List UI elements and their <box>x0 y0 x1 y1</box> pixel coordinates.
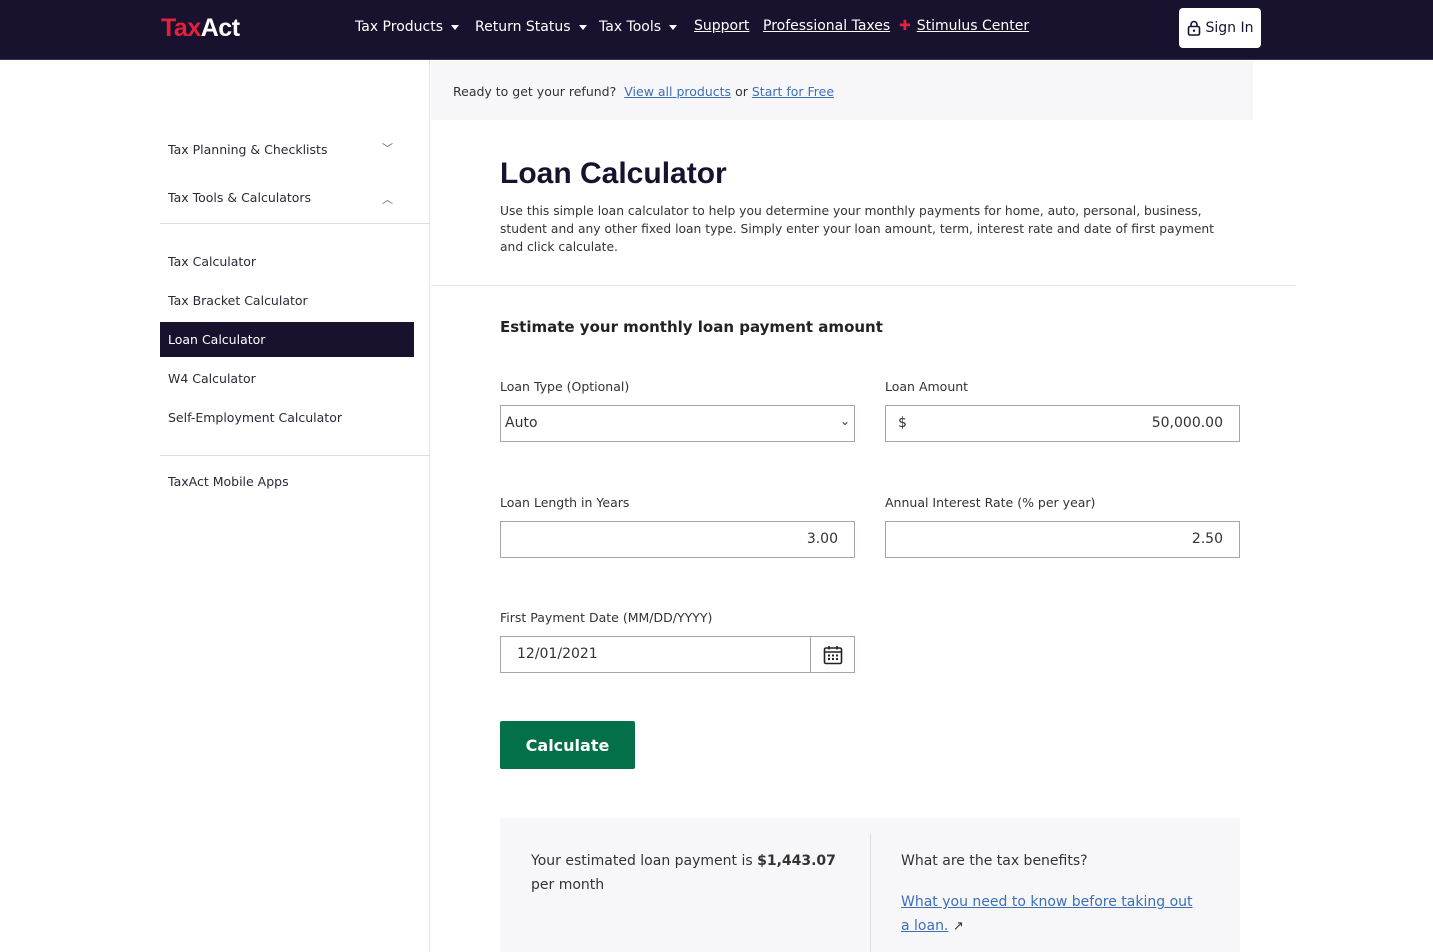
chevron-down-icon: ⌄ <box>839 414 850 428</box>
sidebar-item-self-employment-calculator[interactable]: Self-Employment Calculator <box>168 410 342 425</box>
nav-tax-tools[interactable]: Tax Tools <box>599 19 678 35</box>
sidebar: Tax Planning & Checklists ﹀ Tax Tools & … <box>160 60 430 952</box>
result-text: Your estimated loan payment is $1,443.07… <box>531 853 836 893</box>
chevron-down-icon[interactable]: ﹀ <box>382 140 393 156</box>
sidebar-item-tax-bracket-calculator[interactable]: Tax Bracket Calculator <box>168 293 308 308</box>
interest-rate-input[interactable]: 2.50 <box>885 521 1240 558</box>
payment-amount: $1,443.07 <box>757 853 836 869</box>
loan-amount-input[interactable]: $50,000.00 <box>885 405 1240 442</box>
taxact-logo[interactable]: TaxAct <box>161 14 240 43</box>
page-description: Use this simple loan calculator to help … <box>500 204 1215 254</box>
refund-banner: Ready to get your refund? View all produ… <box>431 61 1253 120</box>
loan-length-input[interactable]: 3.00 <box>500 521 855 558</box>
loan-type-label: Loan Type (Optional) <box>500 379 630 394</box>
top-nav: TaxAct Tax Products Return Status Tax To… <box>0 0 1433 60</box>
calculate-button[interactable]: Calculate <box>500 721 635 769</box>
form-heading: Estimate your monthly loan payment amoun… <box>500 318 883 336</box>
sidebar-item-tax-calculator[interactable]: Tax Calculator <box>168 254 256 269</box>
lock-icon <box>1187 20 1200 36</box>
calendar-icon <box>823 645 842 664</box>
sidebar-item-mobile-apps[interactable]: TaxAct Mobile Apps <box>168 474 289 489</box>
sidebar-item-loan-calculator[interactable]: Loan Calculator <box>160 322 414 357</box>
nav-stimulus-center[interactable]: ✚ Stimulus Center <box>899 18 1029 34</box>
divider <box>870 834 871 952</box>
external-link-icon: ↗ <box>952 919 964 934</box>
loan-type-select[interactable]: Auto ⌄ <box>500 405 855 442</box>
divider <box>160 223 430 224</box>
page-title: Loan Calculator <box>500 157 727 190</box>
date-picker-button[interactable] <box>810 636 855 673</box>
first-payment-input[interactable]: 12/01/2021 <box>500 636 811 673</box>
tax-benefits-question: What are the tax benefits? <box>901 853 1088 869</box>
red-cross-icon: ✚ <box>899 18 911 34</box>
caret-down-icon <box>669 24 678 30</box>
first-payment-label: First Payment Date (MM/DD/YYYY) <box>500 610 713 625</box>
before-loan-link[interactable]: What you need to know before taking out … <box>901 894 1193 934</box>
sidebar-section-tax-tools[interactable]: Tax Tools & Calculators <box>168 190 311 205</box>
result-panel: Your estimated loan payment is $1,443.07… <box>500 818 1240 952</box>
sign-in-button[interactable]: Sign In <box>1179 8 1261 48</box>
caret-down-icon <box>578 24 587 30</box>
loan-length-label: Loan Length in Years <box>500 495 630 510</box>
view-all-products-link[interactable]: View all products <box>624 84 731 99</box>
divider <box>431 285 1296 286</box>
nav-return-status[interactable]: Return Status <box>475 19 587 35</box>
caret-down-icon <box>451 24 459 30</box>
chevron-up-icon[interactable]: ︿ <box>382 191 393 207</box>
nav-professional-taxes[interactable]: Professional Taxes <box>763 18 890 34</box>
start-for-free-link[interactable]: Start for Free <box>752 84 834 99</box>
sidebar-item-w4-calculator[interactable]: W4 Calculator <box>168 371 256 386</box>
nav-tax-products[interactable]: Tax Products <box>355 19 459 35</box>
loan-amount-label: Loan Amount <box>885 379 969 394</box>
nav-support[interactable]: Support <box>694 18 749 34</box>
sidebar-section-tax-planning[interactable]: Tax Planning & Checklists <box>168 142 327 157</box>
divider <box>160 455 430 456</box>
interest-rate-label: Annual Interest Rate (% per year) <box>885 495 1096 510</box>
